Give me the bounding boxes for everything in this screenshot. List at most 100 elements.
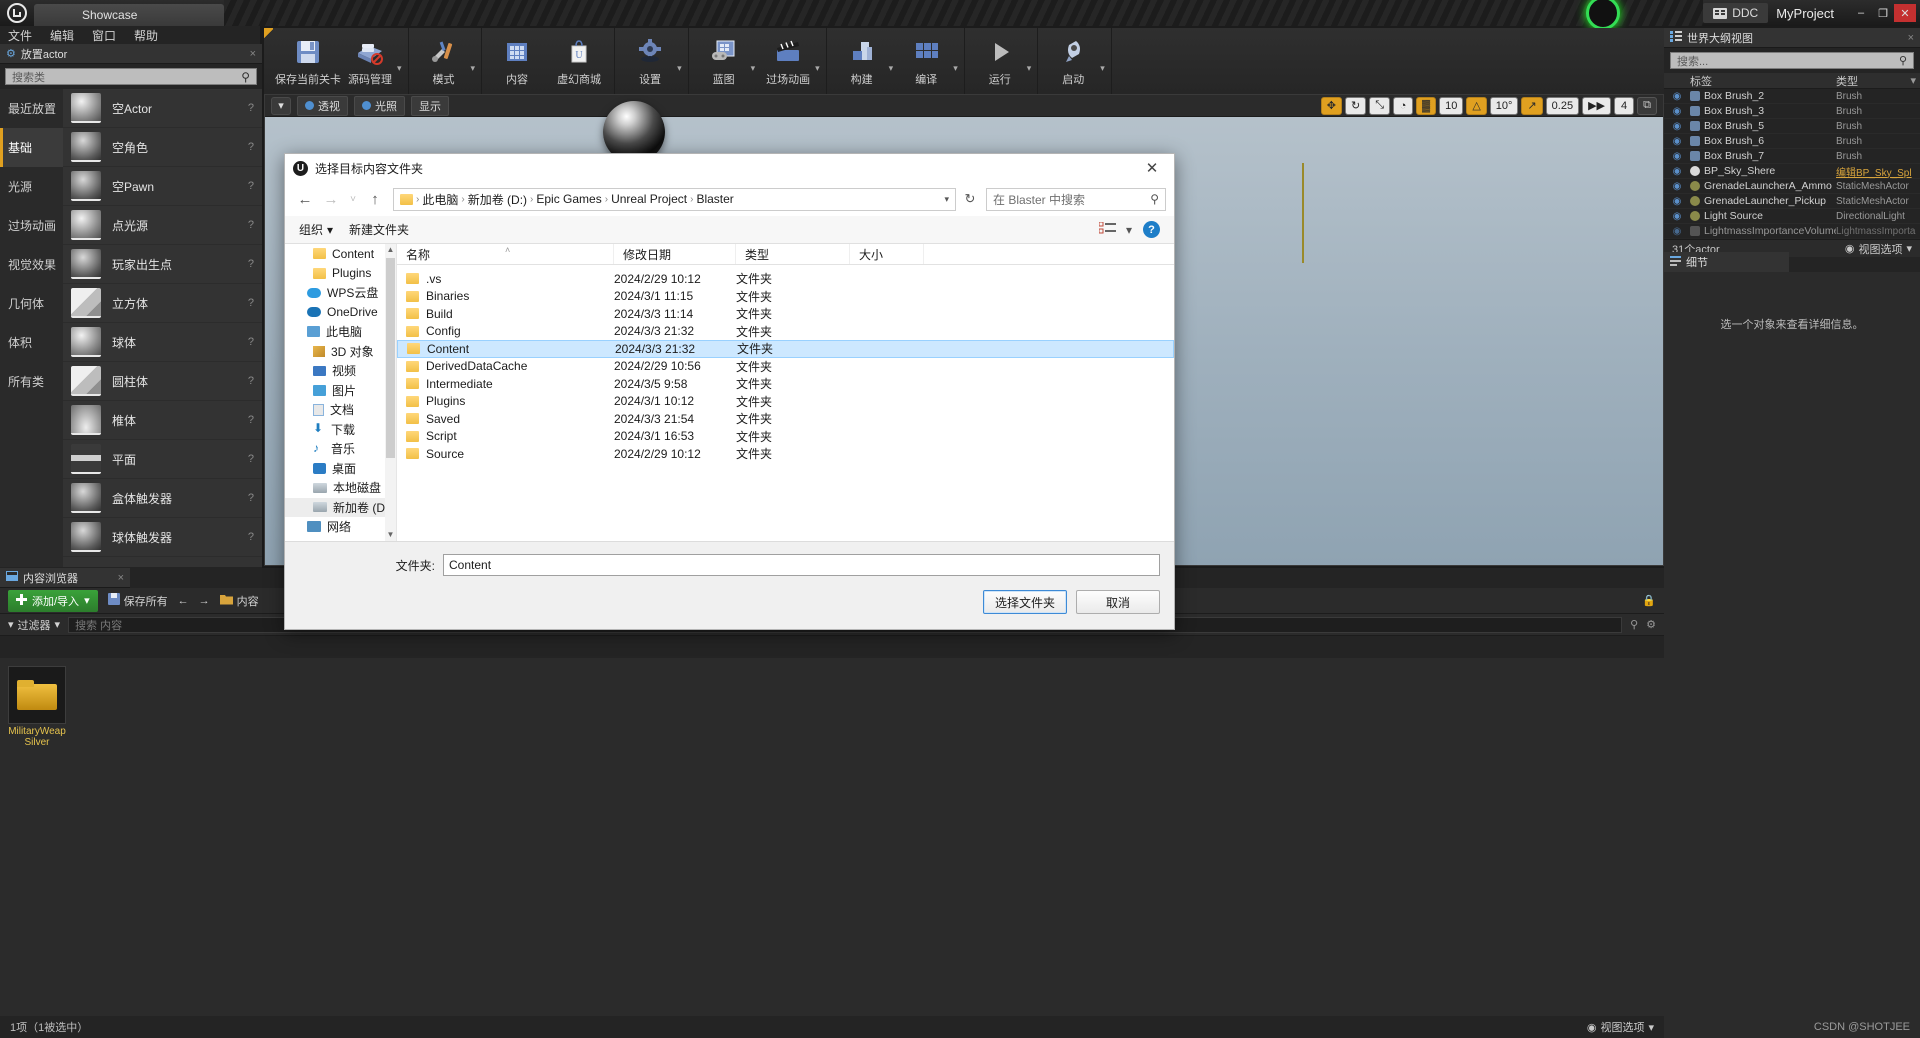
eye-icon[interactable]: ◉ [1664, 211, 1690, 222]
sidebar-item-volumes[interactable]: 体积 [0, 323, 63, 362]
viewport-show-button[interactable]: 显示 [411, 95, 449, 116]
sidebar-item-all-classes[interactable]: 所有类 [0, 362, 63, 401]
chevron-down-icon[interactable]: ▾ [1126, 223, 1133, 237]
table-row[interactable]: ◉ LightmassImportanceVolume1 LightmassImpo… [1664, 224, 1920, 239]
row-type[interactable]: 编辑BP_Sky_Spl [1836, 164, 1920, 179]
outliner-label-column[interactable]: 标签 [1690, 73, 1836, 89]
tree-item-documents[interactable]: 文档 [285, 400, 396, 420]
world-outliner-tab[interactable]: 世界大纲视图 × [1664, 28, 1920, 48]
tree-item-wps-cloud[interactable]: WPS云盘 [285, 283, 396, 303]
content-path-button[interactable]: 内容 [219, 593, 259, 609]
column-header-name[interactable]: ˄ 名称 [397, 244, 614, 264]
tree-item-videos[interactable]: 视频 [285, 361, 396, 381]
tree-item-content[interactable]: Content [285, 244, 396, 264]
tree-item-downloads[interactable]: ⬇ 下载 [285, 420, 396, 440]
list-item[interactable]: 立方体? [63, 284, 262, 323]
table-row[interactable]: .vs 2024/2/29 10:12 文件夹 [397, 270, 1174, 288]
breadcrumb-item-3[interactable]: Unreal Project [611, 192, 687, 206]
level-tab-showcase[interactable]: Showcase [34, 4, 224, 26]
table-row[interactable]: Source 2024/2/29 10:12 文件夹 [397, 445, 1174, 463]
ddc-button[interactable]: DDC [1703, 3, 1769, 23]
settings-icon[interactable]: ⚙ [1646, 618, 1656, 631]
menu-edit[interactable]: 编辑 [50, 27, 74, 44]
table-row[interactable]: Script 2024/3/1 16:53 文件夹 [397, 428, 1174, 446]
sidebar-item-recent[interactable]: 最近放置 [0, 89, 63, 128]
help-icon[interactable]: ? [1143, 221, 1160, 238]
angle-snap-icon[interactable]: △ [1466, 96, 1487, 115]
table-row[interactable]: Plugins 2024/3/1 10:12 文件夹 [397, 393, 1174, 411]
table-row[interactable]: ◉ Box Brush_2 Brush [1664, 89, 1920, 104]
settings-button[interactable]: 设置 [619, 28, 681, 94]
table-row[interactable]: ◉ Box Brush_5 Brush [1664, 119, 1920, 134]
tree-item-local-disk-c[interactable]: 本地磁盘 (C:) [285, 478, 396, 498]
help-icon[interactable]: ? [248, 297, 254, 309]
eye-icon[interactable]: ◉ [1664, 136, 1690, 147]
eye-icon[interactable]: ◉ [1664, 226, 1690, 237]
lock-icon[interactable]: 🔒 [1642, 594, 1656, 607]
table-row[interactable]: ◉ Box Brush_7 Brush [1664, 149, 1920, 164]
compile-button[interactable]: 编译 [895, 28, 957, 94]
build-button[interactable]: 构建 [831, 28, 893, 94]
grid-snap-value[interactable]: 10 [1439, 96, 1464, 115]
tree-item-pictures[interactable]: 图片 [285, 381, 396, 401]
content-browser-tab[interactable]: 内容浏览器 × [0, 568, 130, 588]
transform-rotate-icon[interactable]: ↻ [1345, 96, 1367, 115]
organize-button[interactable]: 组织 ▾ [299, 221, 333, 238]
refresh-icon[interactable]: ↻ [958, 187, 982, 211]
history-dropdown-button[interactable]: ˅ [345, 187, 361, 211]
help-icon[interactable]: ? [248, 414, 254, 426]
help-icon[interactable]: ? [248, 141, 254, 153]
folder-name-input[interactable]: Content [443, 554, 1160, 576]
maximize-viewport-icon[interactable]: ⧉ [1637, 96, 1657, 115]
breadcrumb-item-0[interactable]: 此电脑 [422, 191, 458, 208]
search-input[interactable]: 搜索类 ⚲ [5, 68, 257, 85]
transform-move-icon[interactable]: ✥ [1320, 96, 1343, 115]
help-icon[interactable]: ? [248, 531, 254, 543]
help-icon[interactable]: ? [248, 336, 254, 348]
tree-item-music[interactable]: ♪ 音乐 [285, 439, 396, 459]
help-icon[interactable]: ? [248, 180, 254, 192]
blueprint-button[interactable]: 蓝图 [693, 28, 755, 94]
list-item[interactable]: 平面? [63, 440, 262, 479]
table-row[interactable]: Content 2024/3/3 21:32 文件夹 [397, 340, 1174, 358]
list-item[interactable]: 圆柱体? [63, 362, 262, 401]
table-row[interactable]: DerivedDataCache 2024/2/29 10:56 文件夹 [397, 358, 1174, 376]
eye-icon[interactable]: ◉ [1664, 151, 1690, 162]
table-row[interactable]: ◉ Light Source DirectionalLight [1664, 209, 1920, 224]
help-icon[interactable]: ? [248, 492, 254, 504]
modes-button[interactable]: 模式 [413, 28, 475, 94]
tree-item-plugins[interactable]: Plugins [285, 264, 396, 284]
list-item[interactable]: 球体? [63, 323, 262, 362]
play-button[interactable]: 运行 [969, 28, 1031, 94]
scale-snap-icon[interactable]: ↗ [1521, 96, 1543, 115]
breadcrumb[interactable]: › 此电脑 › 新加卷 (D:) › Epic Games › Unreal P… [393, 187, 956, 211]
save-current-level-button[interactable]: 保存当前关卡 [275, 28, 341, 94]
breadcrumb-item-2[interactable]: Epic Games [536, 192, 601, 206]
forward-button[interactable]: → [319, 187, 343, 211]
transform-scale-icon[interactable]: ⤡ [1369, 96, 1391, 115]
close-icon[interactable]: ✕ [1138, 157, 1166, 179]
scroll-down-icon[interactable]: ▼ [385, 529, 396, 541]
search-icon[interactable]: ⚲ [1630, 618, 1638, 631]
close-icon[interactable]: × [1908, 32, 1914, 44]
eye-icon[interactable]: ◉ [1664, 121, 1690, 132]
chevron-down-icon[interactable]: ▾ [944, 194, 949, 205]
help-icon[interactable]: ? [248, 375, 254, 387]
select-folder-button[interactable]: 选择文件夹 [983, 590, 1067, 614]
menu-window[interactable]: 窗口 [92, 27, 116, 44]
chevron-down-icon[interactable]: ▾ [1910, 74, 1920, 87]
minimize-button[interactable]: – [1850, 4, 1872, 22]
content-button[interactable]: 内容 [486, 28, 548, 94]
sidebar-item-lights[interactable]: 光源 [0, 167, 63, 206]
dialog-search-input[interactable]: 在 Blaster 中搜索 ⚲ [986, 187, 1166, 211]
navigation-tree[interactable]: Content Plugins WPS云盘 OneDrive 此电脑 3D 对象… [285, 244, 397, 541]
chevron-down-icon[interactable]: ▾ [953, 49, 958, 74]
asset-grid[interactable]: MilitaryWeap Silver [0, 658, 1664, 1016]
select-folder-dialog[interactable]: U 选择目标内容文件夹 ✕ ← → ˅ ↑ › 此电脑 › 新加卷 (D:) ›… [284, 153, 1175, 630]
tree-item-new-volume-d[interactable]: 新加卷 (D:) [285, 497, 396, 517]
marketplace-button[interactable]: U 虚幻商城 [548, 28, 610, 94]
sidebar-item-basic[interactable]: 基础 [0, 128, 63, 167]
view-mode-icon[interactable] [1098, 221, 1116, 238]
help-icon[interactable]: ? [248, 258, 254, 270]
menu-help[interactable]: 帮助 [134, 27, 158, 44]
